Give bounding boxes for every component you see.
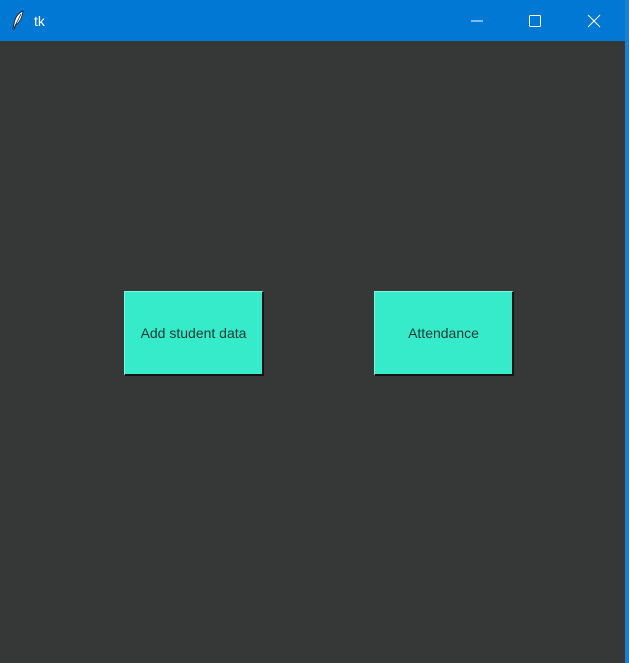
close-icon (587, 14, 601, 28)
maximize-button[interactable] (506, 0, 564, 41)
title-bar[interactable]: tk (0, 0, 625, 41)
add-student-data-button[interactable]: Add student data (124, 291, 264, 376)
attendance-button[interactable]: Attendance (374, 291, 514, 376)
window-content: Add student data Attendance (0, 41, 625, 663)
close-button[interactable] (565, 0, 623, 41)
minimize-icon (471, 15, 483, 27)
maximize-icon (529, 14, 541, 27)
window-title: tk (34, 13, 45, 29)
minimize-button[interactable] (448, 0, 506, 41)
app-window: tk Add student data Attendance (0, 0, 629, 663)
feather-icon (10, 10, 26, 30)
